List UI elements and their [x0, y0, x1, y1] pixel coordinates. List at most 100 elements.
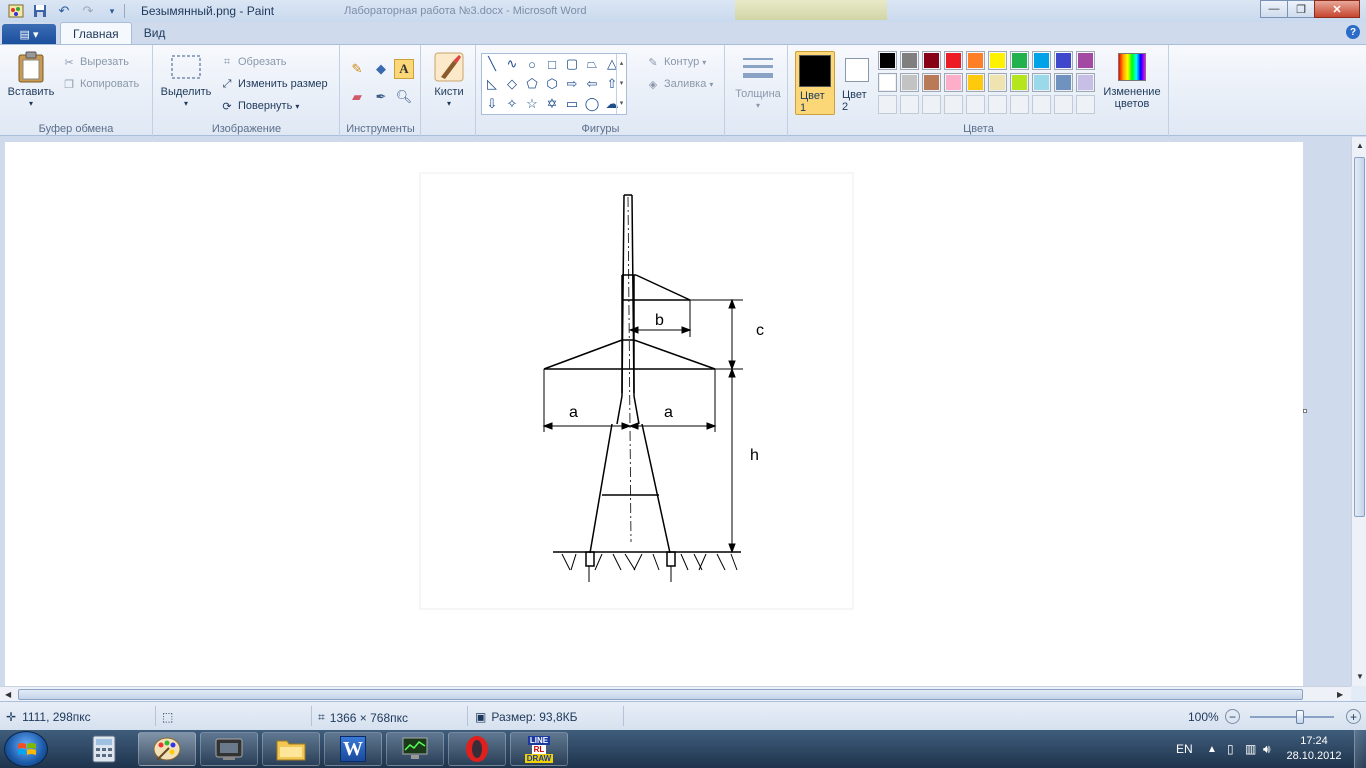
palette-color-swatch[interactable]	[1010, 73, 1029, 92]
zoom-slider[interactable]	[1250, 710, 1334, 724]
tray-device-icon[interactable]: ▯	[1227, 730, 1234, 768]
tab-home[interactable]: Главная	[60, 22, 132, 44]
palette-color-swatch[interactable]	[878, 95, 897, 114]
show-hidden-icons-button[interactable]: ▲	[1207, 730, 1217, 768]
palette-color-swatch[interactable]	[922, 73, 941, 92]
rotate-button[interactable]: ⟳ Повернуть ▾	[220, 99, 299, 113]
palette-color-swatch[interactable]	[878, 51, 897, 70]
palette-color-swatch[interactable]	[1076, 95, 1095, 114]
thickness-button[interactable]: Толщина ▾	[732, 53, 784, 112]
palette-color-swatch[interactable]	[1010, 51, 1029, 70]
polygon-shape-icon[interactable]: ⏢	[583, 55, 601, 73]
undo-icon[interactable]: ↶	[56, 3, 72, 19]
fill-tool[interactable]: ◆	[371, 59, 391, 79]
pentagon-shape-icon[interactable]: ⬠	[523, 75, 541, 93]
copy-button[interactable]: ❐ Копировать	[62, 77, 139, 91]
maximize-button[interactable]: ❐	[1287, 0, 1315, 18]
canvas-resize-handle[interactable]	[1303, 409, 1307, 413]
palette-color-swatch[interactable]	[944, 73, 963, 92]
palette-color-swatch[interactable]	[988, 95, 1007, 114]
taskbar-opera[interactable]	[448, 732, 506, 766]
right-arrow-shape-icon[interactable]: ⇨	[563, 75, 581, 93]
palette-color-swatch[interactable]	[1054, 73, 1073, 92]
tray-network-icon[interactable]: ▥	[1245, 730, 1256, 768]
eraser-tool[interactable]: ▰	[347, 87, 367, 107]
magnifier-tool[interactable]: 🔍︎	[394, 87, 414, 107]
palette-color-swatch[interactable]	[1076, 73, 1095, 92]
tray-volume-icon[interactable]: 🔊︎	[1263, 730, 1271, 768]
taskbar-paint[interactable]	[138, 732, 196, 766]
four-point-star-shape-icon[interactable]: ✧	[503, 95, 521, 113]
help-icon[interactable]: ?	[1346, 25, 1360, 39]
crop-button[interactable]: ⌗ Обрезать	[220, 55, 287, 69]
scroll-left-icon[interactable]: ◀	[5, 690, 11, 699]
palette-color-swatch[interactable]	[878, 73, 897, 92]
palette-color-swatch[interactable]	[1032, 73, 1051, 92]
pencil-tool[interactable]: ✎	[347, 59, 367, 79]
drawing-canvas[interactable]: a a b c h	[5, 142, 1303, 686]
curve-shape-icon[interactable]: ∿	[503, 55, 521, 73]
customize-quick-access-icon[interactable]: ▾	[104, 3, 120, 19]
oval-shape-icon[interactable]: ○	[523, 55, 541, 73]
palette-color-swatch[interactable]	[988, 73, 1007, 92]
scroll-up-icon[interactable]: ▲	[1356, 141, 1364, 150]
text-tool[interactable]: A	[394, 59, 414, 79]
show-desktop-button[interactable]	[1354, 730, 1366, 768]
color2-button[interactable]: Цвет 2	[839, 51, 875, 115]
outline-button[interactable]: ✎ Контур ▾	[646, 55, 706, 69]
palette-color-swatch[interactable]	[922, 95, 941, 114]
zoom-out-button[interactable]: −	[1225, 709, 1240, 724]
rectangle-shape-icon[interactable]: □	[543, 55, 561, 73]
shapes-scroll[interactable]: ▴ ▾ ▾	[616, 54, 626, 114]
scroll-right-icon[interactable]: ▶	[1337, 690, 1343, 699]
six-point-star-shape-icon[interactable]: ✡	[543, 95, 561, 113]
taskbar-calculator[interactable]	[75, 732, 133, 766]
scroll-down-icon[interactable]: ▼	[1356, 672, 1364, 681]
zoom-in-button[interactable]: +	[1346, 709, 1361, 724]
taskbar-video-app[interactable]	[200, 732, 258, 766]
cut-button[interactable]: ✂ Вырезать	[62, 55, 129, 69]
palette-color-swatch[interactable]	[900, 95, 919, 114]
start-button[interactable]	[4, 731, 48, 767]
tab-view[interactable]: Вид	[132, 22, 178, 44]
down-arrow-shape-icon[interactable]: ⇩	[483, 95, 501, 113]
resize-button[interactable]: ⤢ Изменить размер	[220, 77, 328, 91]
taskbar-word[interactable]: W	[324, 732, 382, 766]
palette-color-swatch[interactable]	[1032, 95, 1051, 114]
palette-color-swatch[interactable]	[1010, 95, 1029, 114]
canvas-workspace[interactable]: a a b c h	[0, 137, 1351, 686]
diamond-shape-icon[interactable]: ◇	[503, 75, 521, 93]
redo-icon[interactable]: ↷	[80, 3, 96, 19]
vertical-scrollbar[interactable]: ▲ ▼	[1351, 137, 1366, 686]
palette-color-swatch[interactable]	[1076, 51, 1095, 70]
palette-color-swatch[interactable]	[944, 51, 963, 70]
palette-color-swatch[interactable]	[1032, 51, 1051, 70]
palette-color-swatch[interactable]	[1054, 95, 1073, 114]
brushes-button[interactable]: Кисти ▾	[428, 51, 470, 110]
palette-color-swatch[interactable]	[900, 51, 919, 70]
zoom-slider-thumb[interactable]	[1296, 710, 1304, 724]
palette-color-swatch[interactable]	[966, 95, 985, 114]
five-point-star-shape-icon[interactable]: ☆	[523, 95, 541, 113]
edit-colors-button[interactable]: Изменение цветов	[1097, 51, 1167, 110]
horizontal-scroll-thumb[interactable]	[18, 689, 1303, 700]
vertical-scroll-thumb[interactable]	[1354, 157, 1365, 517]
callout-oval-shape-icon[interactable]: ◯	[583, 95, 601, 113]
paint-app-icon[interactable]	[8, 3, 24, 19]
color1-button[interactable]: Цвет 1	[795, 51, 835, 115]
language-indicator[interactable]: EN	[1176, 730, 1193, 768]
palette-color-swatch[interactable]	[922, 51, 941, 70]
horizontal-scrollbar[interactable]: ◀ ▶	[0, 686, 1351, 701]
hexagon-shape-icon[interactable]: ⬡	[543, 75, 561, 93]
left-arrow-shape-icon[interactable]: ⇦	[583, 75, 601, 93]
taskbar-linedraw[interactable]: LINE RL DRAW	[510, 732, 568, 766]
line-shape-icon[interactable]: ╲	[483, 55, 501, 73]
taskbar-explorer[interactable]	[262, 732, 320, 766]
fill-button[interactable]: ◈ Заливка ▾	[646, 77, 714, 91]
close-button[interactable]: ✕	[1314, 0, 1360, 18]
save-icon[interactable]	[32, 3, 48, 19]
palette-color-swatch[interactable]	[966, 51, 985, 70]
palette-color-swatch[interactable]	[988, 51, 1007, 70]
palette-color-swatch[interactable]	[966, 73, 985, 92]
minimize-button[interactable]: —	[1260, 0, 1288, 18]
